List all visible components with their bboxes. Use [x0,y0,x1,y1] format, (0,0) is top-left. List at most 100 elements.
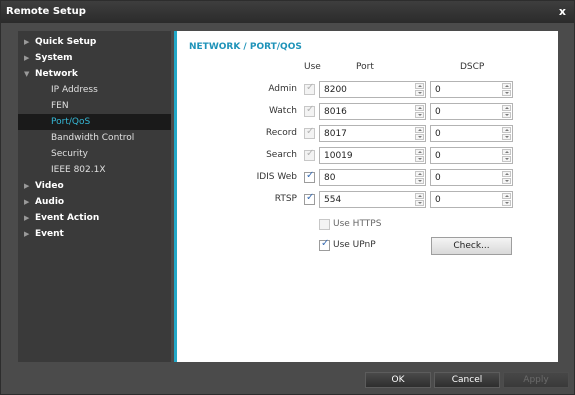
search-dscp-input-value[interactable]: 0 [435,151,441,161]
admin-dscp-input-value[interactable]: 0 [435,85,441,95]
watch-use-checkbox[interactable]: ✓ [304,104,315,117]
sidebar-item-port-qos[interactable]: Port/QoS [18,114,171,130]
spin-down-icon[interactable] [415,178,424,184]
sidebar-item-ip-address[interactable]: IP Address [18,82,171,98]
rtsp-label: RTSP [274,194,297,204]
spin-up-icon[interactable] [502,149,511,155]
sidebar-item-system[interactable]: ▶ System [18,50,171,66]
sidebar-item-security[interactable]: Security [18,146,171,162]
checkmark-icon: ✓ [306,148,315,159]
sidebar-item-label: IEEE 802.1X [51,165,106,175]
spin-down-icon[interactable] [415,156,424,162]
spin-buttons [415,149,424,162]
spin-buttons [502,127,511,140]
idis-web-dscp-input[interactable]: 0 [430,169,513,186]
checkmark-icon: ✓ [306,170,315,181]
expand-right-icon[interactable]: ▶ [24,194,29,210]
sidebar-item-label: Video [35,181,64,191]
idis-web-use-checkbox[interactable]: ✓ [304,170,315,183]
idis-web-label: IDIS Web [256,172,297,182]
spin-down-icon[interactable] [415,200,424,206]
watch-dscp-input-value[interactable]: 0 [435,107,441,117]
spin-up-icon[interactable] [415,127,424,133]
sidebar-item-video[interactable]: ▶ Video [18,178,171,194]
spin-down-icon[interactable] [415,90,424,96]
spin-down-icon[interactable] [502,90,511,96]
rtsp-port-input-value[interactable]: 554 [324,195,341,205]
sidebar-item-label: Network [35,69,78,79]
idis-web-dscp-input-value[interactable]: 0 [435,173,441,183]
cancel-button[interactable]: Cancel [434,372,500,388]
record-port-input[interactable]: 8017 [319,125,426,142]
record-dscp-input[interactable]: 0 [430,125,513,142]
spin-up-icon[interactable] [502,105,511,111]
spin-down-icon[interactable] [502,112,511,118]
page-title: NETWORK / PORT/QOS [189,42,302,52]
window-title: Remote Setup [6,6,86,17]
admin-use-checkbox[interactable]: ✓ [304,82,315,95]
expand-down-icon[interactable]: ▼ [24,66,29,82]
spin-buttons [502,193,511,206]
sidebar-item-audio[interactable]: ▶ Audio [18,194,171,210]
spin-up-icon[interactable] [415,171,424,177]
admin-port-input-value[interactable]: 8200 [324,85,347,95]
admin-label: Admin [268,84,297,94]
spin-down-icon[interactable] [502,134,511,140]
spin-up-icon[interactable] [502,83,511,89]
expand-right-icon[interactable]: ▶ [24,210,29,226]
watch-dscp-input[interactable]: 0 [430,103,513,120]
use-https-checkbox[interactable] [319,219,330,230]
sidebar-item-event-action[interactable]: ▶ Event Action [18,210,171,226]
expand-right-icon[interactable]: ▶ [24,178,29,194]
spin-up-icon[interactable] [415,83,424,89]
expand-right-icon[interactable]: ▶ [24,34,29,50]
expand-right-icon[interactable]: ▶ [24,50,29,66]
watch-port-input[interactable]: 8016 [319,103,426,120]
watch-port-input-value[interactable]: 8016 [324,107,347,117]
record-use-checkbox[interactable]: ✓ [304,126,315,139]
spin-buttons [415,83,424,96]
rtsp-dscp-input[interactable]: 0 [430,191,513,208]
expand-right-icon[interactable]: ▶ [24,226,29,242]
rtsp-port-input[interactable]: 554 [319,191,426,208]
spin-down-icon[interactable] [502,178,511,184]
ok-button[interactable]: OK [365,372,431,388]
sidebar-item-fen[interactable]: FEN [18,98,171,114]
spin-down-icon[interactable] [415,112,424,118]
use-upnp-checkbox[interactable]: ✓ [319,238,330,251]
spin-down-icon[interactable] [502,156,511,162]
search-port-input[interactable]: 10019 [319,147,426,164]
spin-down-icon[interactable] [415,134,424,140]
title-bar: Remote Setup x [1,1,574,23]
rtsp-dscp-input-value[interactable]: 0 [435,195,441,205]
sidebar-item-bandwidth-control[interactable]: Bandwidth Control [18,130,171,146]
sidebar-item-label: FEN [51,101,69,111]
checkmark-icon: ✓ [306,192,315,203]
admin-dscp-input[interactable]: 0 [430,81,513,98]
record-port-input-value[interactable]: 8017 [324,129,347,139]
idis-web-port-input[interactable]: 80 [319,169,426,186]
sidebar-item-ieee-802-1x[interactable]: IEEE 802.1X [18,162,171,178]
sidebar-item-network[interactable]: ▼ Network [18,66,171,82]
spin-up-icon[interactable] [415,193,424,199]
search-port-input-value[interactable]: 10019 [324,151,353,161]
search-dscp-input[interactable]: 0 [430,147,513,164]
sidebar-item-event[interactable]: ▶ Event [18,226,171,242]
rtsp-use-checkbox[interactable]: ✓ [304,192,315,205]
record-label: Record [265,128,297,138]
upnp-check-button[interactable]: Check... [431,237,512,255]
apply-button[interactable]: Apply [503,372,569,388]
spin-up-icon[interactable] [415,105,424,111]
spin-up-icon[interactable] [502,127,511,133]
idis-web-port-input-value[interactable]: 80 [324,173,335,183]
record-dscp-input-value[interactable]: 0 [435,129,441,139]
spin-down-icon[interactable] [502,200,511,206]
close-icon[interactable]: x [559,5,566,18]
spin-up-icon[interactable] [415,149,424,155]
sidebar-item-quick-setup[interactable]: ▶ Quick Setup [18,34,171,50]
sidebar-item-label: IP Address [51,85,98,95]
spin-up-icon[interactable] [502,171,511,177]
admin-port-input[interactable]: 8200 [319,81,426,98]
search-use-checkbox[interactable]: ✓ [304,148,315,161]
spin-up-icon[interactable] [502,193,511,199]
